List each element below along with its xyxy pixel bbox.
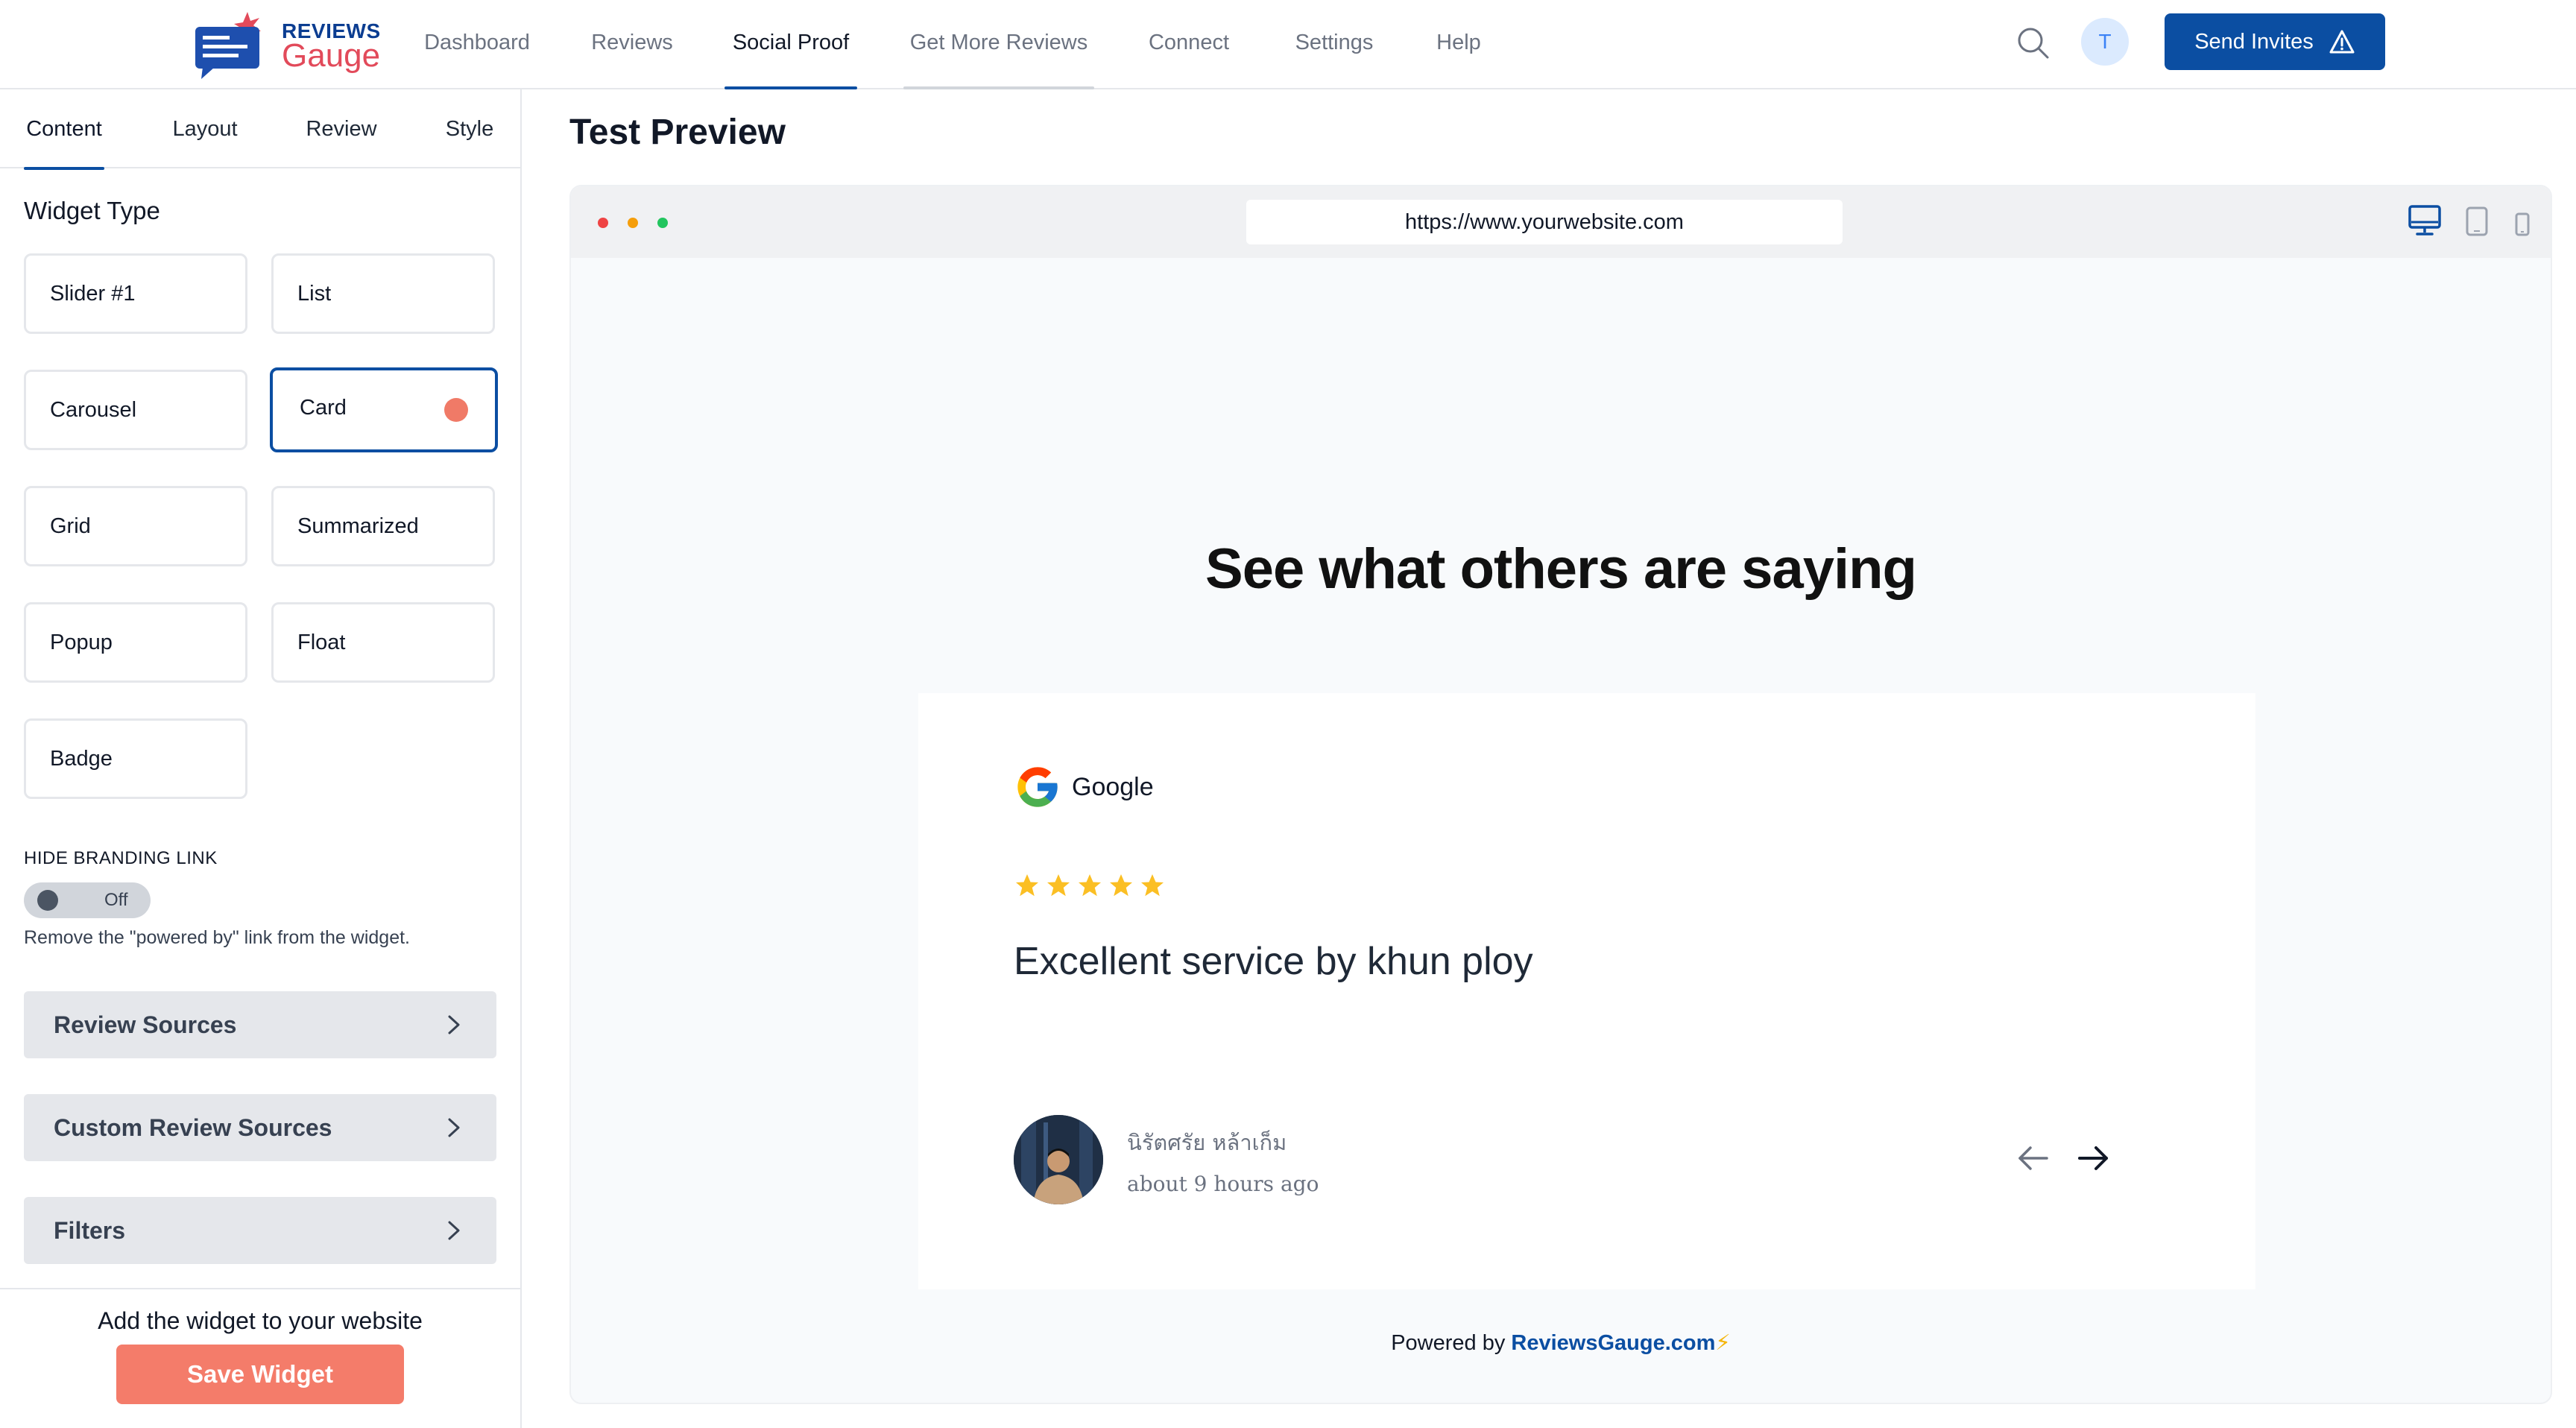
- search-icon: [2018, 28, 2049, 59]
- powered-by-link[interactable]: ReviewsGauge.com: [1511, 1331, 1715, 1355]
- tab-layout-label: Layout: [172, 117, 238, 141]
- widget-type-list[interactable]: List: [271, 253, 495, 334]
- arrow-left-icon[interactable]: [2015, 1143, 2051, 1173]
- nav-dashboard-label: Dashboard: [424, 31, 530, 54]
- nav-connect[interactable]: Connect: [1145, 0, 1233, 89]
- send-invites-label: Send Invites: [2194, 29, 2314, 54]
- save-widget-button[interactable]: Save Widget: [116, 1345, 404, 1404]
- widget-type-grid[interactable]: Grid: [24, 486, 247, 566]
- star-icon: [1016, 874, 1038, 897]
- user-avatar[interactable]: T: [2081, 18, 2129, 66]
- logo-chat-icon: [195, 12, 261, 79]
- widget-type-heading: Widget Type: [24, 197, 160, 224]
- tab-review[interactable]: Review: [301, 89, 382, 168]
- browser-dot-red: [598, 218, 608, 228]
- add-widget-text: Add the widget to your website: [98, 1307, 423, 1334]
- nav-social-proof[interactable]: Social Proof: [724, 0, 857, 89]
- page-title: Test Preview: [569, 113, 786, 152]
- widget-type-popup[interactable]: Popup: [24, 602, 247, 683]
- reviewer-name: นิรัตศรัย หล้าเก็ม: [1127, 1130, 1287, 1155]
- top-navigation-bar: REVIEWS Gauge Dashboard Reviews Social P…: [0, 0, 2576, 89]
- star-rating: [1014, 872, 1166, 899]
- desktop-icon[interactable]: [2408, 204, 2442, 237]
- arrow-right-icon[interactable]: [2075, 1143, 2111, 1173]
- star-icon: [1079, 874, 1101, 897]
- accordion-review-sources-label: Review Sources: [54, 1011, 237, 1038]
- check-circle-icon: [444, 398, 468, 435]
- widget-type-card-label: Card: [300, 396, 347, 420]
- widget-type-summarized[interactable]: Summarized: [271, 486, 495, 566]
- chevron-right-icon: [448, 1221, 460, 1240]
- nav-get-more-reviews[interactable]: Get More Reviews: [903, 0, 1094, 89]
- nav-help-label: Help: [1436, 31, 1481, 54]
- nav-dashboard[interactable]: Dashboard: [419, 0, 535, 89]
- nav-connect-label: Connect: [1148, 31, 1229, 54]
- nav-settings[interactable]: Settings: [1292, 0, 1376, 89]
- search-button[interactable]: [2014, 24, 2053, 63]
- widget-type-float[interactable]: Float: [271, 602, 495, 683]
- tab-active-indicator: [24, 167, 104, 170]
- tab-content-label: Content: [26, 117, 102, 141]
- accordion-filters-label: Filters: [54, 1217, 126, 1244]
- browser-preview-frame: https://www.yourwebsite.com See what oth…: [569, 185, 2552, 1404]
- mobile-icon[interactable]: [2513, 212, 2531, 237]
- nav-social-proof-label: Social Proof: [732, 31, 850, 54]
- tab-style-label: Style: [445, 117, 494, 141]
- reviewer-photo: [1014, 1115, 1103, 1204]
- accordion-custom-review-sources[interactable]: Custom Review Sources: [24, 1094, 496, 1161]
- tab-review-label: Review: [306, 117, 377, 141]
- tab-style[interactable]: Style: [440, 89, 499, 168]
- review-text: Excellent service by khun ploy: [1014, 940, 1533, 983]
- logo-word-gauge: Gauge: [282, 37, 381, 74]
- lightning-icon: ⚡: [1715, 1331, 1731, 1355]
- widget-headline: See what others are saying: [1205, 537, 1917, 601]
- browser-toolbar: https://www.yourwebsite.com: [571, 186, 2551, 258]
- nav-reviews[interactable]: Reviews: [586, 0, 678, 89]
- widget-type-slider[interactable]: Slider #1: [24, 253, 247, 334]
- nav-active-indicator: [724, 86, 857, 89]
- send-invites-button[interactable]: Send Invites: [2165, 13, 2385, 70]
- review-timestamp: about 9 hours ago: [1127, 1172, 1319, 1196]
- chevron-right-icon: [448, 1118, 460, 1137]
- accordion-custom-review-sources-label: Custom Review Sources: [54, 1114, 332, 1141]
- reviewer-avatar: [1014, 1115, 1103, 1204]
- accordion-review-sources[interactable]: Review Sources: [24, 991, 496, 1058]
- review-card: Google Excellent service by khun ploy นิ…: [918, 693, 2255, 1289]
- accordion-filters[interactable]: Filters: [24, 1197, 496, 1264]
- nav-settings-label: Settings: [1295, 31, 1374, 54]
- widget-type-card[interactable]: Card: [270, 367, 498, 452]
- widget-type-badge[interactable]: Badge: [24, 718, 247, 799]
- nav-help[interactable]: Help: [1434, 0, 1483, 89]
- hide-branding-label: HIDE BRANDING LINK: [24, 848, 218, 868]
- sidebar-footer: Add the widget to your website Save Widg…: [0, 1288, 520, 1428]
- provider-name: Google: [1072, 772, 1154, 801]
- star-icon: [1141, 874, 1164, 897]
- tablet-icon[interactable]: [2464, 206, 2490, 237]
- chevron-right-icon: [448, 1015, 460, 1034]
- powered-by-prefix: Powered by: [1391, 1331, 1512, 1355]
- toggle-knob: [37, 890, 58, 911]
- nav-get-more-reviews-label: Get More Reviews: [909, 31, 1088, 54]
- toggle-state-text: Off: [104, 890, 128, 910]
- settings-tabs: Content Layout Review Style: [0, 89, 520, 170]
- tab-layout[interactable]: Layout: [165, 89, 244, 168]
- powered-by: Powered by ReviewsGauge.com⚡: [571, 1330, 2551, 1356]
- browser-dot-green: [657, 218, 668, 228]
- tab-content[interactable]: Content: [24, 89, 104, 170]
- star-icon: [1047, 874, 1070, 897]
- widget-type-carousel[interactable]: Carousel: [24, 370, 247, 450]
- hide-branding-toggle[interactable]: Off: [24, 882, 151, 918]
- review-provider: Google: [1014, 763, 1154, 811]
- warning-icon: [2329, 30, 2355, 54]
- nav-reviews-label: Reviews: [591, 31, 673, 54]
- browser-dot-yellow: [628, 218, 638, 228]
- star-icon: [1110, 874, 1132, 897]
- google-logo-icon: [1017, 767, 1058, 807]
- browser-url-bar: https://www.yourwebsite.com: [1246, 200, 1843, 244]
- reviewsgauge-logo[interactable]: REVIEWS Gauge: [192, 10, 381, 79]
- widget-settings-sidebar: Content Layout Review Style Widget Type …: [0, 89, 522, 1428]
- hide-branding-help-text: Remove the "powered by" link from the wi…: [24, 927, 410, 948]
